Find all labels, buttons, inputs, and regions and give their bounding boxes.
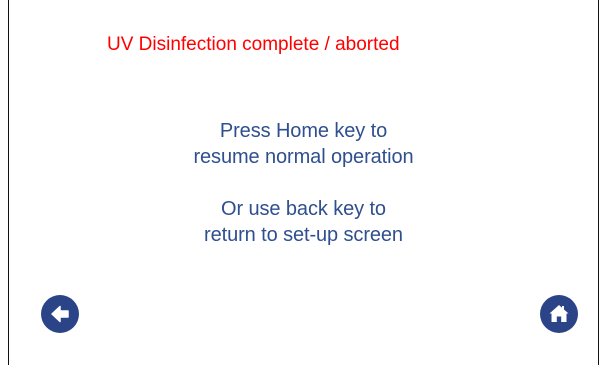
back-instruction: Or use back key to return to set-up scre… [9, 196, 598, 248]
home-instruction-line-2: resume normal operation [193, 146, 414, 168]
back-button[interactable] [41, 295, 79, 333]
back-instruction-line-2: return to set-up screen [204, 224, 403, 246]
arrow-left-icon [51, 305, 69, 323]
home-icon [549, 305, 569, 322]
home-instruction: Press Home key to resume normal operatio… [9, 118, 598, 170]
uv-status-screen: UV Disinfection complete / aborted Press… [8, 0, 599, 365]
home-instruction-line-1: Press Home key to [219, 120, 388, 142]
home-button[interactable] [540, 295, 578, 333]
status-title: UV Disinfection complete / aborted [107, 34, 400, 55]
back-instruction-line-1: Or use back key to [221, 198, 386, 220]
